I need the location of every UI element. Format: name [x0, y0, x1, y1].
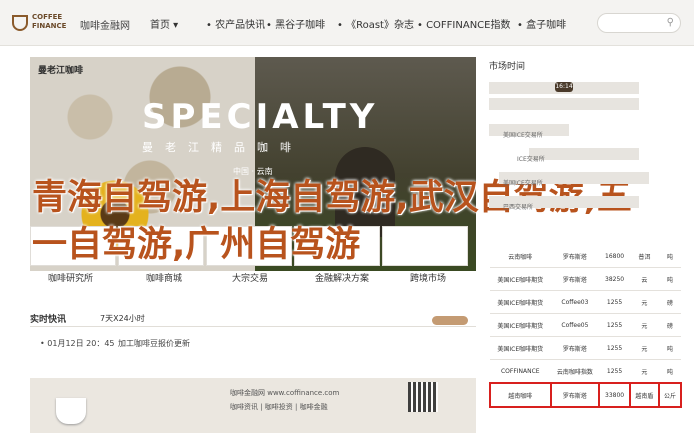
table-cell: 越南盾 — [628, 382, 661, 408]
table-cell: 罗布斯塔 — [550, 245, 600, 268]
table-cell: 美国ICE咖啡期货 — [490, 313, 551, 337]
table-cell: 罗布斯塔 — [550, 267, 600, 291]
table-cell: 元 — [629, 290, 660, 314]
timeline-bar — [529, 148, 639, 160]
table-cell: 元 — [629, 359, 660, 384]
table-row-highlighted[interactable]: 越南咖啡 罗布斯塔 33800 越南盾 公斤 — [489, 382, 682, 408]
quick-link-finance[interactable]: 金融解决方案 — [315, 271, 369, 284]
table-cell: 吨 — [659, 336, 681, 360]
banner-headline: SPECIALTY — [142, 97, 379, 137]
table-cell: 云南咖啡指数 — [550, 359, 600, 384]
banner-subline: 曼老江精品咖啡 — [142, 141, 303, 154]
table-cell: 33800 — [598, 382, 631, 408]
table-row[interactable]: 云南咖啡 罗布斯塔 16800 普洱 吨 — [490, 245, 681, 268]
footer-promo-banner[interactable]: 咖啡金融网 www.coffinance.com 咖啡资讯 | 咖啡投资 | 咖… — [30, 378, 476, 433]
timeline-label: ICE交易所 — [517, 156, 545, 163]
site-logo[interactable]: COFFEE FINANCE — [12, 12, 72, 34]
table-row[interactable]: 美国ICE咖啡期货 Coffee03 1255 元 磅 — [490, 290, 681, 314]
live-news-subtitle: 7天X24小时 — [100, 314, 145, 323]
nav-coffinance-index[interactable]: • COFFINANCE指数 — [417, 16, 511, 31]
news-text[interactable]: 加工咖啡豆报价更新 — [118, 338, 190, 349]
nav-roast-magazine[interactable]: • 《Roast》杂志 — [337, 16, 414, 31]
quick-link-trade[interactable]: 大宗交易 — [232, 271, 268, 284]
table-cell: 元 — [629, 313, 660, 337]
table-cell: 云 — [629, 267, 660, 291]
table-cell: 16800 — [599, 245, 630, 268]
table-cell: 磅 — [659, 290, 681, 314]
table-cell: 吨 — [659, 359, 681, 384]
footer-links[interactable]: 咖啡资讯 | 咖啡投资 | 咖啡金融 — [230, 402, 328, 412]
market-hours-title: 市场时间 — [489, 62, 526, 72]
table-cell: COFFINANCE — [490, 359, 551, 384]
table-cell: 吨 — [659, 245, 681, 268]
table-cell: Coffee05 — [550, 313, 600, 337]
timeline-label: 美国ICE交易所 — [503, 132, 543, 139]
table-cell: 1255 — [599, 359, 630, 384]
nav-black-coffee[interactable]: • 黑谷子咖啡 — [266, 16, 325, 31]
current-time-marker: 16:14 — [555, 82, 573, 92]
banner-brand: 曼老江咖啡 — [38, 66, 84, 76]
table-cell: 38250 — [599, 267, 630, 291]
table-cell: 元 — [629, 336, 660, 360]
table-cell: 越南咖啡 — [489, 382, 552, 408]
table-cell: 1255 — [599, 336, 630, 360]
news-time[interactable]: • 01月12日 20：45 — [40, 338, 115, 349]
table-cell: 磅 — [659, 313, 681, 337]
price-table: 云南咖啡 罗布斯塔 16800 普洱 吨 美国ICE咖啡期货 罗布斯塔 3825… — [489, 245, 682, 408]
coffee-cup-icon — [12, 15, 28, 31]
timeline-label: 巴西交易所 — [503, 204, 534, 211]
quick-link-crossborder[interactable]: 跨境市场 — [410, 271, 446, 284]
table-cell: 罗布斯塔 — [550, 336, 600, 360]
table-cell: 吨 — [659, 267, 681, 291]
site-name: 咖啡金融网 — [80, 21, 130, 32]
table-row[interactable]: COFFINANCE 云南咖啡指数 1255 元 吨 — [490, 359, 681, 384]
coffee-cup-icon — [56, 398, 86, 424]
footer-site: 咖啡金融网 www.coffinance.com — [230, 389, 340, 397]
more-button[interactable] — [432, 316, 468, 325]
nav-box-coffee[interactable]: • 盒子咖啡 — [517, 16, 566, 31]
table-cell: 美国ICE咖啡期货 — [490, 290, 551, 314]
table-cell: 美国ICE咖啡期货 — [490, 267, 551, 291]
nav-agri-news[interactable]: • 农产品快讯 — [206, 16, 265, 31]
live-news-title: 实时快讯 — [30, 315, 67, 325]
table-cell: 美国ICE咖啡期货 — [490, 336, 551, 360]
table-row[interactable]: 美国ICE咖啡期货 罗布斯塔 38250 云 吨 — [490, 267, 681, 291]
table-cell: 云南咖啡 — [490, 245, 551, 268]
nav-home[interactable]: 首页 ▾ — [150, 16, 178, 31]
search-input[interactable]: ⚲ — [597, 13, 681, 33]
table-cell: 罗布斯塔 — [549, 382, 601, 408]
timeline-bar — [489, 98, 639, 110]
table-cell: 1255 — [599, 313, 630, 337]
table-cell: 公斤 — [658, 382, 682, 408]
table-cell: Coffee03 — [550, 290, 600, 314]
quick-link-research[interactable]: 咖啡研究所 — [48, 271, 93, 284]
top-navigation-bar: COFFEE FINANCE 咖啡金融网 首页 ▾ • 农产品快讯 • 黑谷子咖… — [0, 0, 694, 46]
logo-text: COFFEE FINANCE — [32, 13, 67, 30]
divider — [30, 326, 476, 327]
qr-code-icon — [408, 382, 438, 412]
table-cell: 普洱 — [629, 245, 660, 268]
table-row[interactable]: 美国ICE咖啡期货 Coffee05 1255 元 磅 — [490, 313, 681, 337]
timeline-label: 美国ICE交易所 — [503, 180, 543, 187]
table-row[interactable]: 美国ICE咖啡期货 罗布斯塔 1255 元 吨 — [490, 336, 681, 360]
market-timeline: 16:14 美国ICE交易所 ICE交易所 美国ICE交易所 巴西交易所 — [489, 72, 682, 240]
quick-link-mall[interactable]: 咖啡商城 — [146, 271, 182, 284]
search-icon[interactable]: ⚲ — [667, 17, 674, 28]
table-cell: 1255 — [599, 290, 630, 314]
